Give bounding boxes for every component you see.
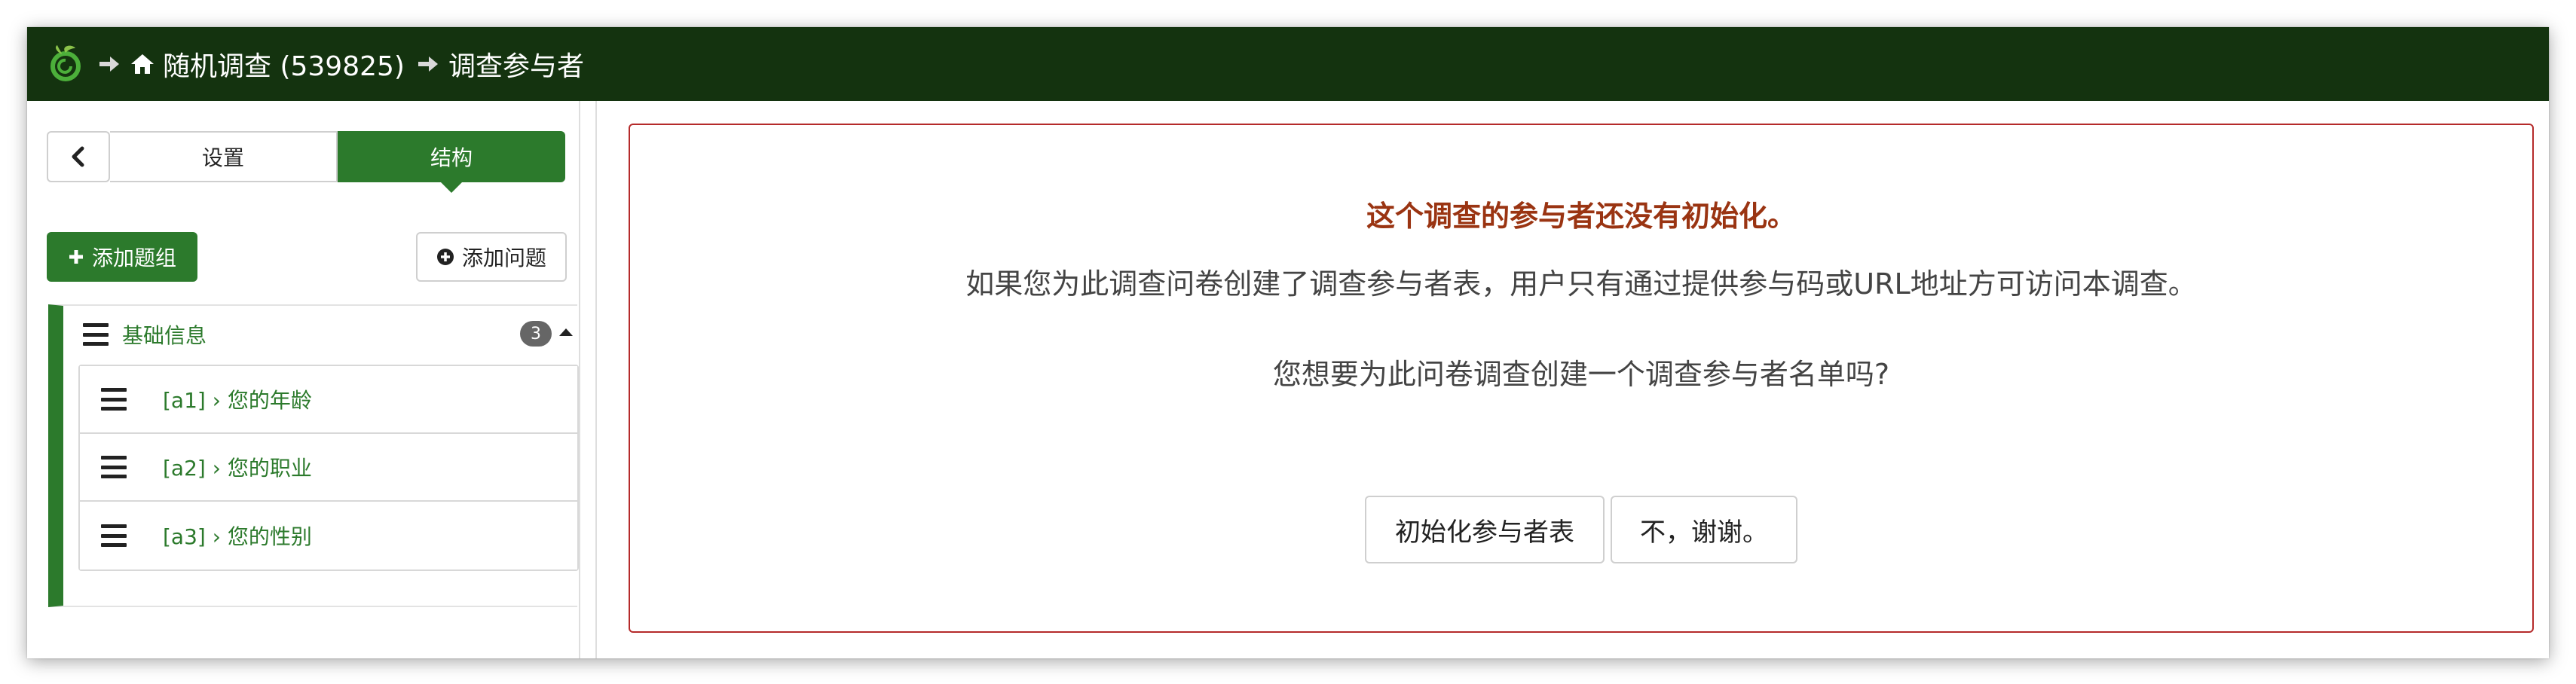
initialize-participants-button[interactable]: 初始化参与者表	[1365, 496, 1605, 563]
chevron-left-icon	[72, 146, 84, 167]
group-header[interactable]: 基础信息 3	[63, 306, 577, 363]
question-count-badge: 3	[520, 321, 552, 347]
question-list: [a1] › 您的年龄 [a2] › 您的职业 [a3] › 您的性别	[78, 365, 579, 571]
drag-handle-icon[interactable]	[101, 456, 127, 478]
question-group-panel: 基础信息 3 [a1] › 您的年龄 [a2] › 您的职业 [a3] › 您的	[48, 304, 579, 607]
question-item[interactable]: [a1] › 您的年龄	[80, 366, 577, 434]
alert-message: 如果您为此调查问卷创建了调查参与者表，用户只有通过提供参与码或URL地址方可访问…	[965, 267, 2197, 301]
arrow-right-icon	[99, 56, 119, 72]
collapse-sidebar-button[interactable]	[47, 131, 110, 182]
sidebar-resize-handle[interactable]	[595, 101, 597, 658]
sidebar-tabs: 设置 结构	[47, 131, 565, 193]
app-logo-icon[interactable]	[45, 44, 86, 84]
sidebar: 设置 结构 添加题组 添加问题 基础信息 3 [a1] › 您的年龄 [a2] …	[27, 101, 595, 658]
app-window: 随机调查 (539825) 调查参与者 设置 结构 添加题组 添加问题 基础信息…	[27, 27, 2549, 658]
question-item[interactable]: [a3] › 您的性别	[80, 502, 577, 569]
drag-handle-icon[interactable]	[101, 524, 127, 547]
breadcrumb-current-page: 调查参与者	[448, 51, 584, 82]
question-label[interactable]: [a3] › 您的性别	[163, 521, 312, 551]
tab-settings[interactable]: 设置	[110, 131, 338, 182]
question-label[interactable]: [a1] › 您的年龄	[163, 384, 312, 414]
alert-title: 这个调查的参与者还没有初始化。	[1366, 200, 1796, 233]
plus-circle-icon	[436, 248, 454, 266]
plus-icon	[68, 249, 84, 265]
alert-question: 您想要为此问卷调查创建一个调查参与者名单吗?	[1272, 358, 1890, 391]
arrow-right-icon	[418, 56, 438, 72]
add-group-button[interactable]: 添加题组	[47, 232, 197, 282]
participants-not-initialized-alert: 这个调查的参与者还没有初始化。 如果您为此调查问卷创建了调查参与者表，用户只有通…	[629, 124, 2534, 633]
sidebar-divider	[579, 101, 580, 658]
alert-buttons: 初始化参与者表 不，谢谢。	[630, 496, 2532, 563]
add-question-button[interactable]: 添加问题	[416, 232, 567, 282]
breadcrumb-survey[interactable]: 随机调查 (539825)	[163, 44, 405, 84]
group-title[interactable]: 基础信息	[122, 319, 207, 350]
question-item[interactable]: [a2] › 您的职业	[80, 434, 577, 502]
add-question-label: 添加问题	[461, 246, 546, 270]
add-group-label: 添加题组	[91, 246, 176, 270]
no-thanks-button[interactable]: 不，谢谢。	[1611, 496, 1797, 563]
top-bar: 随机调查 (539825) 调查参与者	[27, 27, 2549, 101]
drag-handle-icon[interactable]	[101, 388, 127, 411]
home-icon[interactable]	[130, 51, 155, 77]
question-label[interactable]: [a2] › 您的职业	[163, 452, 312, 482]
tab-structure[interactable]: 结构	[338, 131, 565, 193]
drag-handle-icon[interactable]	[83, 323, 109, 346]
caret-up-icon[interactable]	[558, 327, 574, 337]
